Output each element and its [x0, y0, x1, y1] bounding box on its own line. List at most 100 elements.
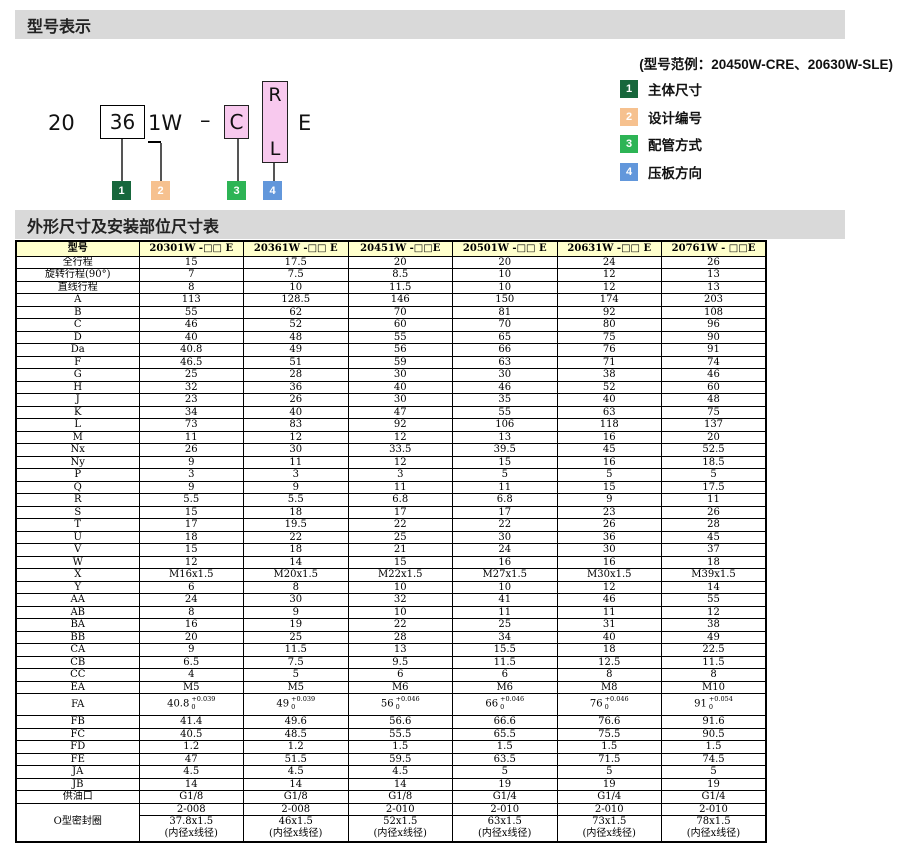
row-label: EA — [16, 681, 139, 694]
table-cell: 47 — [139, 753, 244, 766]
table-row: Y6810101214 — [16, 581, 766, 594]
table-row: Ny91112151618.5 — [16, 456, 766, 469]
table-cell: 24 — [139, 594, 244, 607]
table-cell: 9 — [139, 456, 244, 469]
table-cell: 6.8 — [453, 494, 558, 507]
table-cell: 128.5 — [244, 294, 349, 307]
table-cell: M20x1.5 — [244, 569, 349, 582]
column-header: 20361W -□□ E — [244, 241, 349, 256]
connector-line-1 — [121, 139, 123, 181]
table-cell: 83 — [244, 419, 349, 432]
table-cell: 12 — [348, 431, 453, 444]
model-dash: – — [200, 108, 211, 132]
table-cell: 15 — [453, 456, 558, 469]
table-cell: 19 — [662, 778, 767, 791]
table-cell: 55 — [662, 594, 767, 607]
tolerance-stack: +0.0460 — [396, 696, 420, 710]
table-cell: 11 — [139, 431, 244, 444]
row-label: JA — [16, 766, 139, 779]
table-row: CA911.51315.51822.5 — [16, 644, 766, 657]
table-cell: G1/8 — [139, 791, 244, 804]
table-cell: 36 — [557, 531, 662, 544]
tolerance-stack: +0.0390 — [291, 696, 315, 710]
legend: 1 主体尺寸 2 设计编号 3 配管方式 4 压板方向 — [620, 80, 702, 190]
table-cell: 40.5 — [139, 728, 244, 741]
table-cell: 24 — [453, 544, 558, 557]
table-cell: G1/4 — [453, 791, 558, 804]
table-cell: 18 — [557, 644, 662, 657]
table-cell: 3 — [348, 469, 453, 482]
table-cell: 12 — [557, 281, 662, 294]
connector-line-3 — [237, 139, 239, 181]
table-row: FD1.21.21.51.51.51.5 — [16, 741, 766, 754]
table-cell: 20 — [662, 431, 767, 444]
connector-line-4 — [273, 163, 275, 181]
table-row: Da40.84956667691 — [16, 344, 766, 357]
table-row: K344047556375 — [16, 406, 766, 419]
row-label: B — [16, 306, 139, 319]
table-cell: G1/8 — [348, 791, 453, 804]
table-cell: 174 — [557, 294, 662, 307]
table-cell: 118 — [557, 419, 662, 432]
table-row: Nx263033.539.54552.5 — [16, 444, 766, 457]
diagram-marker-1: 1 — [112, 181, 131, 200]
table-cell: 8 — [557, 669, 662, 682]
table-row: JA4.54.54.5555 — [16, 766, 766, 779]
legend-marker-1: 1 — [620, 80, 638, 98]
table-cell: 6.8 — [348, 494, 453, 507]
legend-item-design-number: 2 设计编号 — [620, 108, 702, 126]
table-cell: 52.5 — [662, 444, 767, 457]
section-title-dimensions-table: 外形尺寸及安装部位尺寸表 — [15, 210, 845, 239]
table-cell: 40 — [139, 331, 244, 344]
legend-item-piping-type: 3 配管方式 — [620, 135, 702, 153]
table-cell: 63 — [453, 356, 558, 369]
table-cell: M5 — [244, 681, 349, 694]
row-label: L — [16, 419, 139, 432]
table-cell: 9 — [557, 494, 662, 507]
table-cell: 5.5 — [244, 494, 349, 507]
table-cell: 49 — [244, 344, 349, 357]
table-cell: 6 — [453, 669, 558, 682]
row-label: Da — [16, 344, 139, 357]
table-cell-seal-code: 2-008 — [244, 803, 349, 816]
table-cell: 15 — [139, 544, 244, 557]
table-cell: 60 — [348, 319, 453, 332]
table-cell-seal-size: 37.8x1.5(内径x线径) — [139, 816, 244, 842]
table-cell: 34 — [453, 631, 558, 644]
column-header: 20451W -□□E — [348, 241, 453, 256]
table-row: W121415161618 — [16, 556, 766, 569]
table-cell: M22x1.5 — [348, 569, 453, 582]
table-row: H323640465260 — [16, 381, 766, 394]
table-cell: 40 — [557, 394, 662, 407]
table-cell: 8 — [139, 606, 244, 619]
table-cell: 16 — [557, 456, 662, 469]
table-cell: 65 — [453, 331, 558, 344]
row-label: FC — [16, 728, 139, 741]
row-label: J — [16, 394, 139, 407]
table-cell: 1.5 — [662, 741, 767, 754]
column-header: 20761W - □□E — [662, 241, 767, 256]
table-cell: 8 — [662, 669, 767, 682]
table-cell: 23 — [139, 394, 244, 407]
table-row: XM16x1.5M20x1.5M22x1.5M27x1.5M30x1.5M39x… — [16, 569, 766, 582]
model-number-diagram: 20 36 1W – C R L E 1 2 3 4 — [0, 75, 420, 205]
table-cell: 66.6 — [453, 716, 558, 729]
row-label: Q — [16, 481, 139, 494]
table-row: L738392106118137 — [16, 419, 766, 432]
table-cell: 16 — [139, 619, 244, 632]
table-cell: 8.5 — [348, 269, 453, 282]
table-cell: 17 — [348, 506, 453, 519]
table-cell: 137 — [662, 419, 767, 432]
table-cell: 63 — [557, 406, 662, 419]
table-cell: 5.5 — [139, 494, 244, 507]
table-cell: 90.5 — [662, 728, 767, 741]
model-prefix: 20 — [48, 111, 75, 135]
table-cell: 30 — [244, 594, 349, 607]
table-cell: 13 — [348, 644, 453, 657]
table-cell: 18.5 — [662, 456, 767, 469]
table-cell: 16 — [557, 556, 662, 569]
table-cell: 38 — [662, 619, 767, 632]
table-cell: 20 — [453, 256, 558, 269]
row-label: CB — [16, 656, 139, 669]
table-cell: 11.5 — [453, 656, 558, 669]
